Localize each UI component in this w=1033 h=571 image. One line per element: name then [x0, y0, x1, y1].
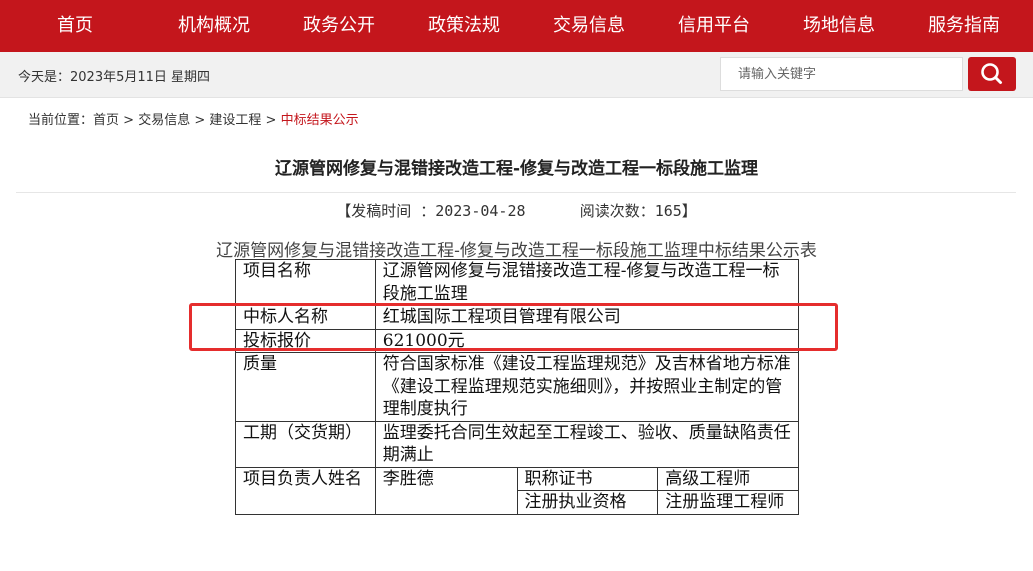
table-cell-label: 项目名称: [235, 259, 376, 306]
nav-item-trading[interactable]: 交易信息: [534, 0, 644, 52]
table-row: 中标人名称 红城国际工程项目管理有限公司: [235, 305, 800, 330]
breadcrumb-current: 中标结果公示: [280, 113, 359, 128]
table-row: 工期（交货期） 监理委托合同生效起至工程竣工、验收、质量缺陷责任期满止: [235, 420, 800, 468]
search-icon: [981, 63, 1002, 84]
table-cell-label: 质量: [235, 352, 376, 422]
nav-item-about[interactable]: 机构概况: [159, 0, 269, 52]
table-cell-label: 职称证书: [516, 466, 659, 491]
table-cell-value: 李胜德: [374, 466, 518, 515]
table-row: 质量 符合国家标准《建设工程监理规范》及吉林省地方标准《建设工程监理规范实施细则…: [235, 352, 800, 422]
table-cell-value: 符合国家标准《建设工程监理规范》及吉林省地方标准《建设工程监理规范实施细则》，并…: [374, 352, 800, 422]
nav-item-policies[interactable]: 政策法规: [409, 0, 519, 52]
article-meta: 【发稿时间 ：2023-04-28 阅读次数：165】: [336, 202, 697, 220]
top-nav: 首页 机构概况 政务公开 政策法规 交易信息 信用平台 场地信息 服务指南: [0, 0, 1033, 52]
table-cell-value: 高级工程师: [657, 466, 799, 491]
breadcrumb-construction[interactable]: 建设工程: [209, 113, 261, 128]
table-cell-label: 注册执业资格: [516, 490, 659, 515]
breadcrumb: 当前位置：首页 > 交易信息 > 建设工程 > 中标结果公示: [28, 109, 359, 128]
table-cell-label: 项目负责人姓名: [235, 466, 376, 515]
search-input[interactable]: [720, 57, 963, 91]
table-row: 项目负责人姓名 李胜德 职称证书 高级工程师: [235, 466, 799, 515]
nav-item-guide[interactable]: 服务指南: [909, 0, 1019, 52]
table-cell-value: 注册监理工程师: [657, 490, 799, 515]
table-cell-value: 监理委托合同生效起至工程竣工、验收、质量缺陷责任期满止: [374, 420, 800, 468]
nav-item-gov-affairs[interactable]: 政务公开: [284, 0, 394, 52]
date-text: 今天是：2023年5月11日 星期四: [18, 70, 211, 85]
table-cell-value: 621000元: [374, 328, 800, 353]
breadcrumb-separator: >: [190, 113, 210, 128]
result-table: 项目名称 辽源管网修复与混错接改造工程-修复与改造工程一标段施工监理 中标人名称…: [235, 259, 800, 515]
table-row: 投标报价 621000元: [235, 328, 800, 353]
nav-item-venue[interactable]: 场地信息: [784, 0, 894, 52]
table-cell-label: 工期（交货期）: [235, 420, 376, 468]
article-title: 辽源管网修复与混错接改造工程-修复与改造工程一标段施工监理: [274, 159, 759, 179]
breadcrumb-home[interactable]: 首页: [93, 113, 119, 128]
nav-item-home[interactable]: 首页: [20, 0, 130, 52]
breadcrumb-prefix: 当前位置：: [28, 113, 94, 128]
table-cell-value: 辽源管网修复与混错接改造工程-修复与改造工程一标段施工监理: [374, 259, 800, 306]
table-cell-value: 红城国际工程项目管理有限公司: [374, 305, 800, 330]
table-cell-label: 投标报价: [235, 328, 376, 353]
breadcrumb-trading[interactable]: 交易信息: [138, 113, 190, 128]
search-button[interactable]: [968, 57, 1016, 91]
title-divider: [16, 192, 1016, 193]
breadcrumb-separator: >: [261, 113, 281, 128]
table-cell-label: 中标人名称: [235, 305, 376, 330]
table-row: 项目名称 辽源管网修复与混错接改造工程-修复与改造工程一标段施工监理: [235, 259, 800, 306]
table-caption: 辽源管网修复与混错接改造工程-修复与改造工程一标段施工监理中标结果公示表: [216, 241, 817, 261]
breadcrumb-separator: >: [119, 113, 139, 128]
nav-item-credit[interactable]: 信用平台: [659, 0, 769, 52]
